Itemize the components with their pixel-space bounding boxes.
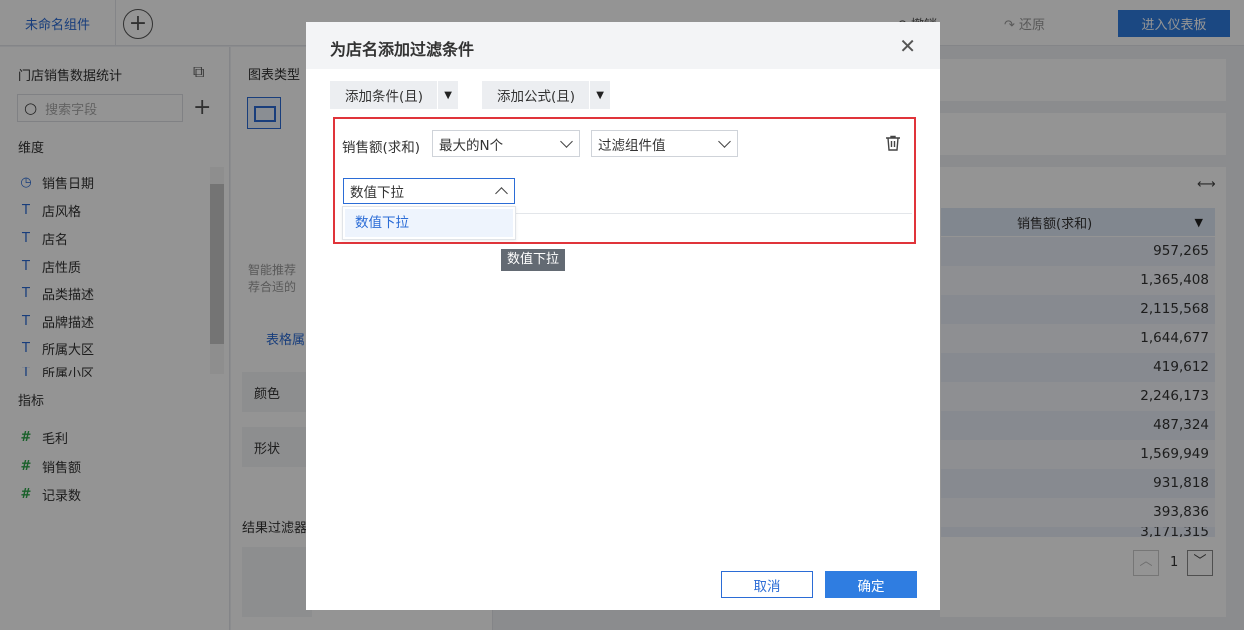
close-icon[interactable]: ✕ — [899, 34, 916, 58]
operator-select[interactable]: 最大的N个 — [432, 130, 580, 157]
trash-icon[interactable] — [884, 134, 902, 152]
chevron-down-icon — [718, 135, 731, 148]
add-condition-button[interactable]: 添加条件(且) ▼ — [330, 81, 459, 109]
filter-dialog: 为店名添加过滤条件 ✕ 添加条件(且) ▼ 添加公式(且) ▼ 销售额(求和) … — [306, 22, 940, 610]
widget-dropdown-list: 数值下拉 — [342, 206, 516, 240]
confirm-button[interactable]: 确定 — [825, 571, 917, 598]
value-type-select[interactable]: 过滤组件值 — [591, 130, 738, 157]
cancel-button[interactable]: 取消 — [721, 571, 813, 598]
tooltip: 数值下拉 — [501, 249, 566, 271]
dialog-header: 为店名添加过滤条件 ✕ — [306, 22, 940, 69]
dialog-title: 为店名添加过滤条件 — [330, 40, 475, 59]
chevron-up-icon — [495, 187, 508, 200]
caret-down-icon[interactable]: ▼ — [437, 81, 458, 109]
widget-select[interactable]: 数值下拉 — [343, 178, 515, 204]
divider — [516, 213, 912, 214]
condition-field-label: 销售额(求和) — [342, 140, 421, 156]
chevron-down-icon — [560, 135, 573, 148]
dropdown-option[interactable]: 数值下拉 — [345, 209, 513, 237]
add-formula-button[interactable]: 添加公式(且) ▼ — [482, 81, 611, 109]
caret-down-icon[interactable]: ▼ — [589, 81, 610, 109]
